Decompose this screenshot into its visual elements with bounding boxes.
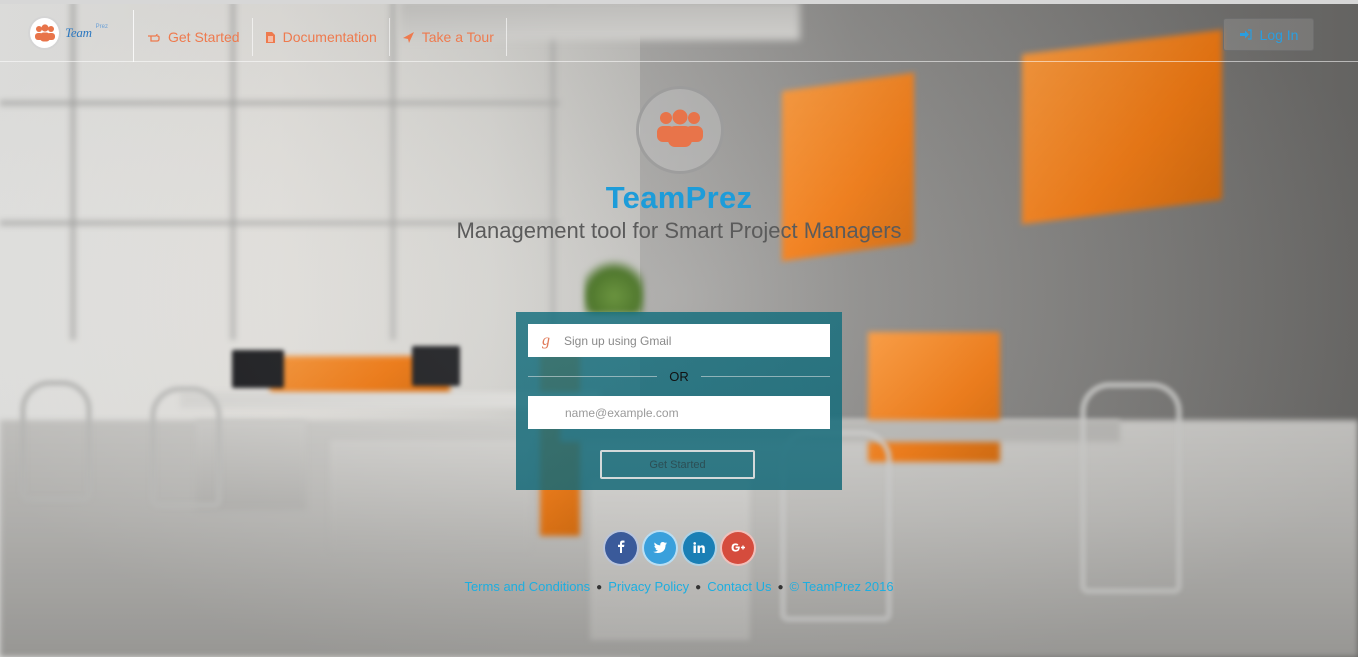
- or-divider: OR: [528, 368, 830, 384]
- social-links: [603, 530, 756, 566]
- footer-link-privacy[interactable]: Privacy Policy: [608, 579, 689, 594]
- footer-separator: ●: [695, 582, 702, 593]
- footer-link-contact[interactable]: Contact Us: [707, 579, 771, 594]
- footer-separator: ●: [596, 582, 603, 593]
- plane-icon: [402, 31, 415, 44]
- team-icon: [656, 108, 704, 153]
- login-label: Log In: [1259, 26, 1299, 43]
- linkedin-button[interactable]: [681, 530, 717, 566]
- get-started-button[interactable]: Get Started: [600, 450, 755, 479]
- google-plus-button[interactable]: [720, 530, 756, 566]
- top-navbar: Team Prez Get Started Documentation Take…: [0, 4, 1358, 62]
- twitter-button[interactable]: [642, 530, 678, 566]
- footer-link-terms[interactable]: Terms and Conditions: [464, 579, 590, 594]
- footer-separator: ●: [777, 582, 784, 593]
- brand-logo[interactable]: Team Prez: [28, 16, 108, 50]
- email-field[interactable]: [528, 396, 830, 429]
- signup-panel: g Sign up using Gmail OR Get Started: [516, 312, 842, 490]
- sign-in-icon: [1239, 27, 1252, 43]
- google-plus-icon: [731, 541, 746, 556]
- document-icon: [265, 31, 276, 44]
- nav-label: Take a Tour: [421, 29, 494, 45]
- footer-copyright: © TeamPrez 2016: [789, 579, 894, 594]
- main-nav: Get Started Documentation Take a Tour: [134, 18, 507, 56]
- team-logo-icon: [28, 16, 62, 50]
- divider-line: [700, 375, 830, 377]
- brand-name-suffix: Prez: [95, 24, 108, 30]
- facebook-icon: [617, 540, 625, 556]
- twitter-icon: [653, 541, 667, 556]
- hand-pointer-icon: [147, 31, 161, 43]
- linkedin-icon: [693, 541, 705, 556]
- brand-name: Team: [65, 25, 92, 40]
- divider-line: [528, 375, 658, 377]
- hero-logo: [636, 86, 724, 174]
- footer: Terms and Conditions ● Privacy Policy ● Cont…: [0, 579, 1358, 594]
- hero-subtitle: Management tool for Smart Project Manage…: [456, 218, 902, 243]
- google-g-icon: g: [542, 331, 550, 349]
- nav-label: Documentation: [282, 29, 377, 45]
- nav-documentation[interactable]: Documentation: [253, 18, 390, 56]
- hero-title: TeamPrez: [605, 180, 753, 215]
- nav-take-a-tour[interactable]: Take a Tour: [390, 18, 507, 56]
- or-label: OR: [669, 368, 689, 384]
- gmail-signup-label: Sign up using Gmail: [564, 333, 672, 348]
- login-button[interactable]: Log In: [1223, 18, 1314, 51]
- facebook-button[interactable]: [603, 530, 639, 566]
- nav-label: Get Started: [168, 29, 240, 45]
- gmail-signup-field[interactable]: g Sign up using Gmail: [528, 324, 830, 357]
- nav-get-started[interactable]: Get Started: [134, 18, 253, 56]
